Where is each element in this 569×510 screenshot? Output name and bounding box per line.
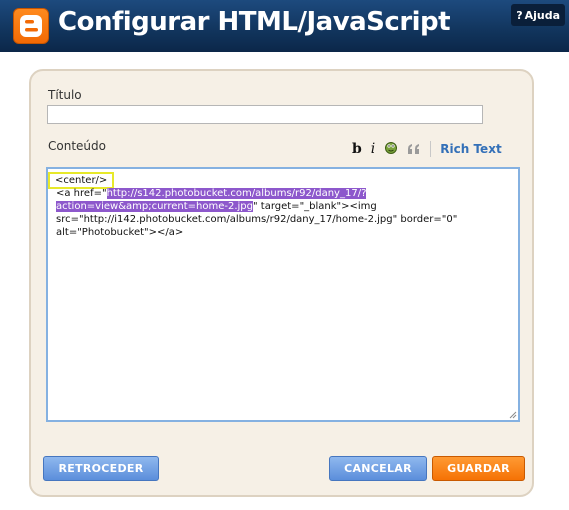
- back-button[interactable]: RETROCEDER: [43, 456, 159, 481]
- code-content: <center/> <a href="http://s142.photobuck…: [48, 172, 514, 239]
- page-header: Configurar HTML/JavaScript ? Ajuda: [0, 0, 569, 52]
- code-line-3: action=view&amp;current=home-2.jpg" targ…: [56, 200, 514, 213]
- selected-text: http://s142.photobucket.com/albums/r92/d…: [106, 188, 367, 199]
- content-textarea[interactable]: <center/> <a href="http://s142.photobuck…: [46, 167, 520, 422]
- title-input[interactable]: [47, 105, 483, 124]
- rich-text-link[interactable]: Rich Text: [440, 142, 501, 156]
- cancel-button[interactable]: CANCELAR: [329, 456, 427, 481]
- editor-toolbar: b i Rich Text: [352, 140, 502, 158]
- code-line-1: <center/>: [48, 172, 514, 189]
- blockquote-icon[interactable]: [407, 140, 421, 159]
- bold-button[interactable]: b: [352, 141, 362, 157]
- code-text: <a href=": [56, 188, 107, 199]
- selected-text: action=view&amp;current=home-2.jpg: [56, 201, 253, 212]
- code-line-2: <a href="http://s142.photobucket.com/alb…: [56, 187, 514, 200]
- italic-button[interactable]: i: [371, 141, 375, 157]
- content-label: Conteúdo: [48, 139, 106, 153]
- title-label: Título: [48, 88, 82, 102]
- code-line-5: alt="Photobucket"></a>: [56, 227, 184, 238]
- spellcheck-icon[interactable]: [384, 139, 398, 159]
- toolbar-divider: [430, 141, 432, 157]
- blogger-logo-icon: [13, 8, 49, 44]
- help-icon: ?: [516, 8, 523, 22]
- help-button[interactable]: ? Ajuda: [511, 4, 565, 26]
- resize-grip-icon[interactable]: [508, 410, 517, 419]
- help-label: Ajuda: [524, 8, 560, 22]
- code-text: " target="_blank"><img: [253, 201, 377, 212]
- save-button[interactable]: GUARDAR: [432, 456, 525, 481]
- code-line-4: src="http://i142.photobucket.com/albums/…: [56, 214, 458, 225]
- page-title: Configurar HTML/JavaScript: [58, 7, 451, 37]
